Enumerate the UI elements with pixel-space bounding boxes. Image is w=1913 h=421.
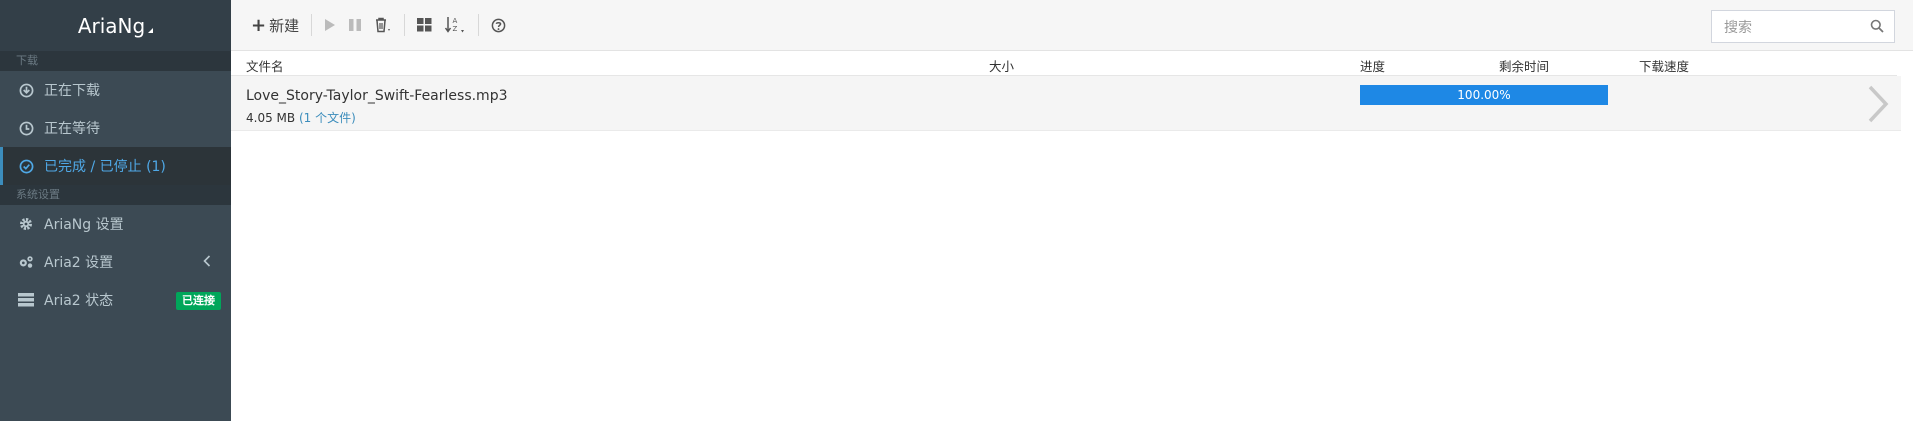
sidebar-item-label: AriaNg 设置 [44, 217, 124, 233]
app-title: AriaNg [77, 13, 146, 38]
table-header: 文件名 大小 进度 剩余时间 下载速度 [231, 52, 1897, 76]
pause-icon [349, 19, 362, 31]
sidebar: AriaNg 下载 正在下载 正在等待 已完成 / 已停止 (1) 系统设置 A… [0, 0, 231, 421]
question-circle-icon [491, 18, 506, 32]
sidebar-item-stopped[interactable]: 已完成 / 已停止 (1) [0, 147, 231, 185]
trash-icon [376, 17, 391, 33]
svg-text:Z: Z [453, 25, 458, 33]
task-size: 4.05 MB [246, 111, 296, 125]
sidebar-item-aria2-settings[interactable]: Aria2 设置 [0, 243, 231, 281]
plus-icon: + [251, 14, 267, 36]
toolbar-divider [311, 14, 313, 36]
pause-button[interactable] [342, 10, 368, 40]
gears-icon [18, 254, 34, 270]
sort-alpha-icon: AZ [444, 17, 465, 33]
download-circle-icon [18, 82, 34, 98]
grid-icon [417, 18, 432, 32]
brand-logo[interactable]: AriaNg [0, 0, 231, 51]
task-progress-bar: 100.00% [1360, 85, 1608, 105]
chevron-left-icon [203, 255, 211, 271]
play-icon [325, 19, 336, 31]
section-label-settings: 系统设置 [0, 185, 231, 205]
brand-caret-icon [148, 28, 154, 33]
delete-button[interactable] [368, 10, 398, 40]
column-header-remaining[interactable]: 剩余时间 [1499, 56, 1549, 75]
task-filename[interactable]: Love_Story-Taylor_Swift-Fearless.mp3 [246, 88, 508, 104]
new-task-label: 新建 [269, 16, 300, 35]
new-task-button[interactable]: + 新建 [245, 10, 305, 40]
toolbar: + 新建 AZ 搜索 [231, 0, 1913, 51]
gear-icon [18, 216, 34, 232]
chevron-right-icon[interactable] [1867, 84, 1889, 128]
sidebar-item-downloading[interactable]: 正在下载 [0, 71, 231, 109]
display-mode-button[interactable] [411, 10, 438, 40]
sidebar-item-label: Aria2 设置 [44, 255, 114, 271]
svg-text:A: A [453, 17, 458, 25]
toolbar-divider [478, 14, 480, 36]
column-header-size[interactable]: 大小 [989, 56, 1014, 75]
clock-icon [18, 120, 34, 136]
check-circle-icon [18, 158, 34, 174]
sidebar-item-label: Aria2 状态 [44, 293, 114, 309]
server-icon [18, 292, 34, 308]
section-label-download: 下载 [0, 51, 231, 71]
column-header-speed[interactable]: 下载速度 [1639, 56, 1689, 75]
toolbar-divider [404, 14, 406, 36]
task-file-count-link[interactable]: (1 个文件) [299, 111, 356, 125]
start-button[interactable] [318, 10, 342, 40]
table-row[interactable]: Love_Story-Taylor_Swift-Fearless.mp3 4.0… [231, 76, 1901, 131]
search-placeholder: 搜索 [1724, 19, 1752, 36]
help-button[interactable] [485, 10, 512, 40]
sidebar-item-label: 正在等待 [44, 121, 100, 137]
sidebar-item-label: 正在下载 [44, 83, 100, 99]
sidebar-item-ariang-settings[interactable]: AriaNg 设置 [0, 205, 231, 243]
column-header-name[interactable]: 文件名 [246, 56, 284, 75]
task-info: 4.05 MB (1 个文件) [246, 109, 356, 126]
sidebar-item-label: 已完成 / 已停止 (1) [44, 159, 166, 175]
status-badge: 已连接 [176, 292, 221, 310]
search-icon[interactable] [1870, 19, 1884, 37]
sort-button[interactable]: AZ [438, 10, 472, 40]
search-input[interactable]: 搜索 [1711, 10, 1895, 43]
sidebar-item-waiting[interactable]: 正在等待 [0, 109, 231, 147]
sidebar-item-aria2-status[interactable]: Aria2 状态 已连接 [0, 281, 231, 319]
column-header-progress[interactable]: 进度 [1360, 56, 1385, 75]
